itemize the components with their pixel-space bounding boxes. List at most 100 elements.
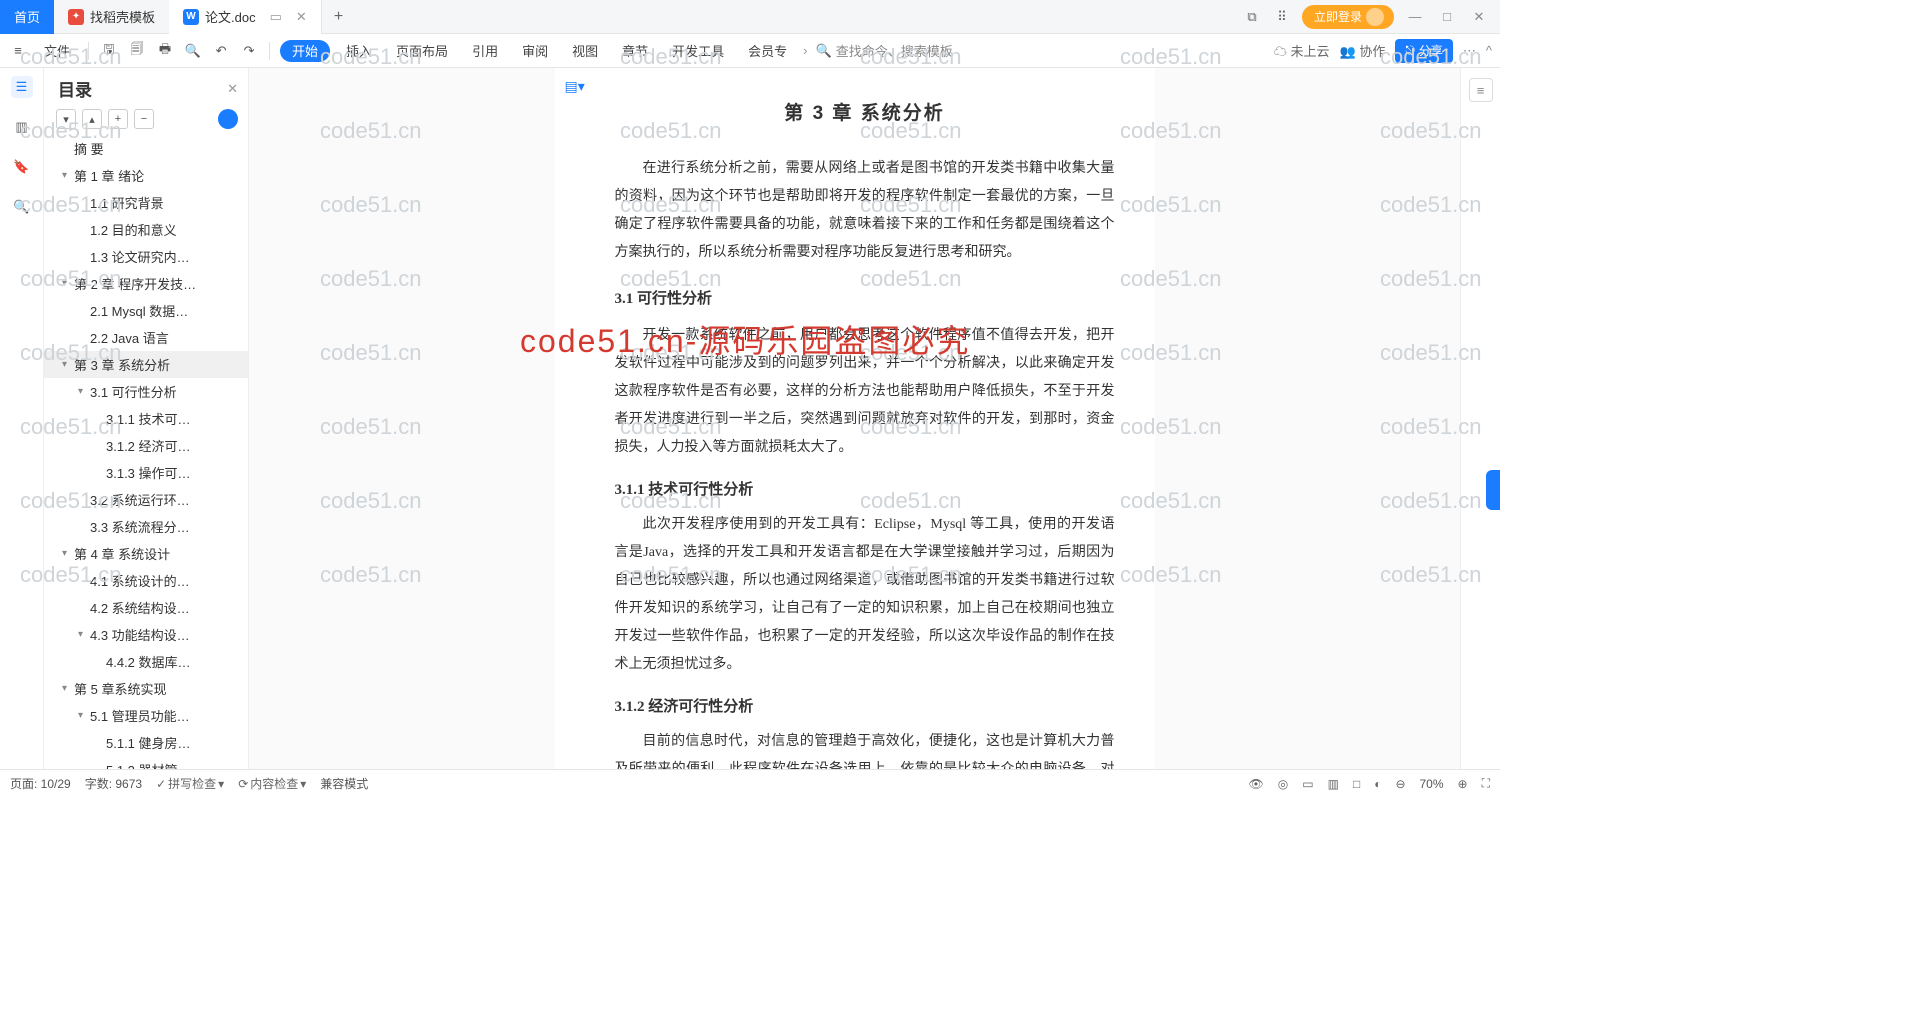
preview-icon[interactable]: 🔍 [183, 41, 203, 61]
maximize-icon[interactable]: □ [1436, 9, 1458, 24]
apps-icon[interactable]: ⠿ [1272, 7, 1292, 27]
word-count[interactable]: 字数: 9673 [85, 775, 142, 792]
zoom-value[interactable]: 70% [1420, 777, 1444, 791]
cloud-label: 未上云 [1291, 44, 1330, 59]
close-outline-icon[interactable]: ✕ [227, 81, 238, 97]
login-label: 立即登录 [1314, 8, 1362, 25]
left-rail: ☰ ▥ 🔖 🔍 [0, 68, 44, 769]
page-indicator[interactable]: 页面: 10/29 [10, 775, 71, 792]
spellcheck-button[interactable]: ✓ 拼写检查 ▾ [156, 775, 224, 792]
compat-mode[interactable]: 兼容模式 [320, 775, 368, 792]
outline-item[interactable]: 1.1 研究背景 [44, 189, 248, 216]
outline-item[interactable]: 3.3 系统流程分… [44, 513, 248, 540]
outline-item[interactable]: 3.2 系统运行环… [44, 486, 248, 513]
close-window-icon[interactable]: ✕ [1468, 9, 1490, 25]
outline-item[interactable]: 4.2 系统结构设… [44, 594, 248, 621]
tabbar: 首页 ✦找稻壳模板 W论文.doc▭✕ + ⧉ ⠿ 立即登录 — □ ✕ [0, 0, 1500, 34]
save-as-icon[interactable]: 🗐 [127, 41, 147, 61]
flame-icon: ✦ [68, 9, 84, 25]
outline-item[interactable]: 1.2 目的和意义 [44, 216, 248, 243]
outline-item[interactable]: 1.3 论文研究内… [44, 243, 248, 270]
split-icon[interactable]: ▭ [270, 9, 282, 25]
menu-page-layout[interactable]: 页面布局 [388, 41, 456, 60]
outline-item[interactable]: 5.1.1 健身房… [44, 729, 248, 756]
window-split-icon[interactable]: ⧉ [1242, 7, 1262, 27]
page-layout-icon[interactable]: ▥ [1328, 777, 1339, 791]
start-tab[interactable]: 开始 [280, 40, 330, 62]
tab-new[interactable]: + [322, 0, 355, 34]
outline-item[interactable]: ▾第 3 章 系统分析 [44, 351, 248, 378]
outline-item[interactable]: ▾第 2 章 程序开发技… [44, 270, 248, 297]
outline-item[interactable]: ▾3.1 可行性分析 [44, 378, 248, 405]
outline-item[interactable]: 4.4.2 数据库… [44, 648, 248, 675]
collab-button[interactable]: 👥 协作 [1340, 41, 1386, 60]
save-icon[interactable]: 🖫 [99, 41, 119, 61]
outline-item[interactable]: 3.1.2 经济可… [44, 432, 248, 459]
outline-item[interactable]: 3.1.1 技术可… [44, 405, 248, 432]
login-button[interactable]: 立即登录 [1302, 5, 1394, 29]
menu-member[interactable]: 会员专 [740, 41, 795, 60]
file-menu[interactable]: 文件 [36, 41, 78, 60]
web-layout-icon[interactable]: □ [1353, 777, 1360, 791]
remove-item-icon[interactable]: − [134, 109, 154, 129]
expand-all-icon[interactable]: ▴ [82, 109, 102, 129]
outline-item[interactable]: 2.2 Java 语言 [44, 324, 248, 351]
menu-references[interactable]: 引用 [464, 41, 506, 60]
chevron-right-icon[interactable]: › [803, 43, 807, 58]
outline-item[interactable]: 摘 要 [44, 135, 248, 162]
add-item-icon[interactable]: + [108, 109, 128, 129]
menu-view[interactable]: 视图 [564, 41, 606, 60]
content-check-button[interactable]: ⟳ 内容检查 ▾ [238, 775, 306, 792]
outline-item[interactable]: 3.1.3 操作可… [44, 459, 248, 486]
outline-item[interactable]: ▾第 1 章 绪论 [44, 162, 248, 189]
cloud-status[interactable]: ☁ 未上云 [1274, 41, 1330, 60]
undo-icon[interactable]: ↶ [211, 41, 231, 61]
menu-review[interactable]: 审阅 [514, 41, 556, 60]
focus-icon[interactable]: ◎ [1278, 777, 1288, 791]
hamburger-icon[interactable]: ≡ [8, 41, 28, 61]
section-heading: 3.1 可行性分析 [615, 287, 1115, 308]
document-area[interactable]: ▤▾ 第 3 章 系统分析 在进行系统分析之前，需要从网络上或者是图书馆的开发类… [249, 68, 1460, 769]
ai-robot-icon[interactable] [218, 109, 238, 129]
redo-icon[interactable]: ↷ [239, 41, 259, 61]
outline-item[interactable]: ▾4.3 功能结构设… [44, 621, 248, 648]
fit-icon[interactable]: ⛶ [1482, 776, 1490, 791]
tab-document[interactable]: W论文.doc▭✕ [169, 0, 322, 34]
tab-templates[interactable]: ✦找稻壳模板 [54, 0, 169, 34]
more-icon[interactable]: ⋯ [1463, 43, 1476, 59]
side-tab-handle[interactable] [1486, 470, 1500, 510]
command-search[interactable]: 🔍 查找命令、搜索模板 [816, 41, 953, 60]
minimize-icon[interactable]: — [1404, 9, 1426, 24]
collapse-all-icon[interactable]: ▾ [56, 109, 76, 129]
eye-icon[interactable]: 👁 [1249, 777, 1264, 791]
outline-item[interactable]: 2.1 Mysql 数据… [44, 297, 248, 324]
collapse-icon[interactable]: ^ [1486, 43, 1492, 58]
outline-item[interactable]: 5.1.2 器材管… [44, 756, 248, 769]
zoom-out-icon[interactable]: ⊖ [1395, 777, 1405, 791]
outline-item[interactable]: ▾第 5 章系统实现 [44, 675, 248, 702]
outline-icon[interactable]: ☰ [11, 76, 33, 98]
share-button[interactable]: ⎋ 分享 [1395, 39, 1453, 63]
page-icon[interactable]: ▥ [11, 116, 33, 138]
dark-mode-icon[interactable]: ◐ [1374, 777, 1381, 791]
print-icon[interactable]: 🖶 [155, 41, 175, 61]
collab-label: 协作 [1359, 44, 1385, 59]
avatar-icon [1366, 8, 1384, 26]
close-icon[interactable]: ✕ [296, 9, 307, 25]
outline-title: 目录 [58, 76, 92, 101]
outline-item[interactable]: ▾5.1 管理员功能… [44, 702, 248, 729]
outline-item[interactable]: ▾第 4 章 系统设计 [44, 540, 248, 567]
zoom-in-icon[interactable]: ⊕ [1458, 777, 1468, 791]
bookmark-icon[interactable]: 🔖 [11, 156, 33, 178]
outline-item[interactable]: 4.1 系统设计的… [44, 567, 248, 594]
subsection-heading: 3.1.2 经济可行性分析 [615, 695, 1115, 716]
read-layout-icon[interactable]: ▭ [1302, 777, 1313, 791]
document-page: ▤▾ 第 3 章 系统分析 在进行系统分析之前，需要从网络上或者是图书馆的开发类… [555, 68, 1155, 769]
menu-chapter[interactable]: 章节 [614, 41, 656, 60]
menu-insert[interactable]: 插入 [338, 41, 380, 60]
settings-gear-icon[interactable]: ≡ [1469, 78, 1493, 102]
word-icon: W [183, 9, 199, 25]
tab-home[interactable]: 首页 [0, 0, 54, 34]
menu-devtools[interactable]: 开发工具 [664, 41, 732, 60]
search-icon[interactable]: 🔍 [11, 196, 33, 218]
